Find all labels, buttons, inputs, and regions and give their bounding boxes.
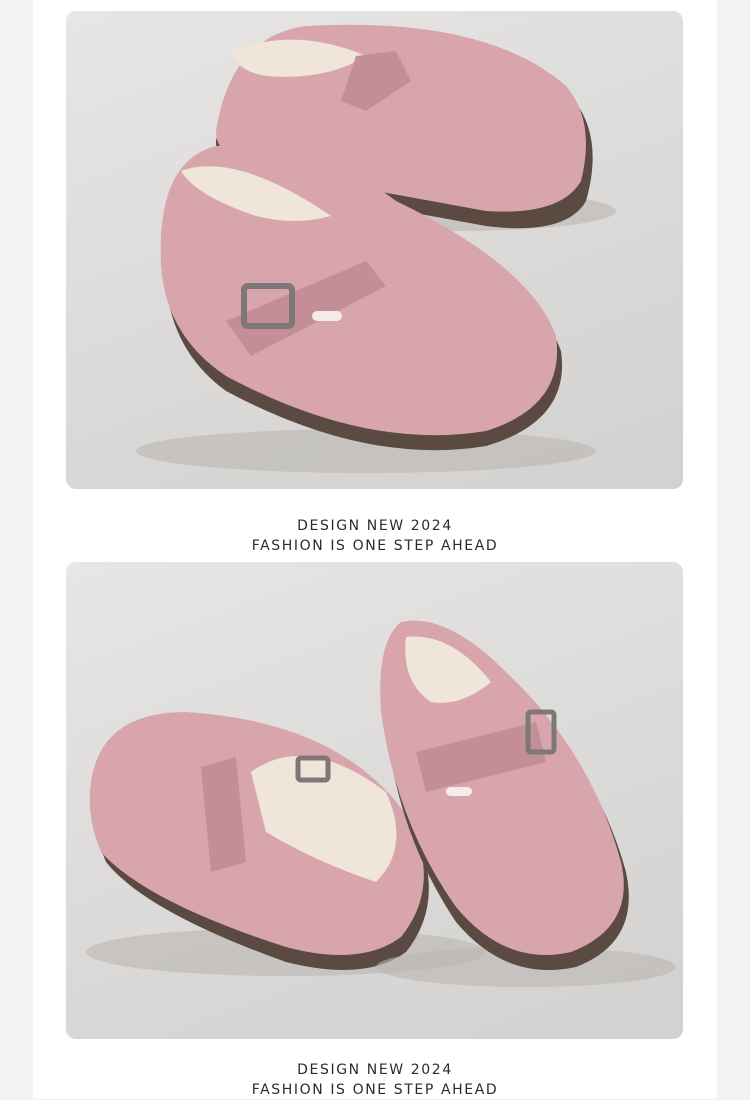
caption-block: DESIGN NEW 2024 FASHION IS ONE STEP AHEA… — [0, 516, 750, 556]
product-photo-pair-view — [66, 562, 683, 1039]
caption-title: DESIGN NEW 2024 — [297, 518, 453, 534]
caption-tagline: FASHION IS ONE STEP AHEAD — [251, 538, 499, 554]
shoe-right — [376, 620, 676, 987]
caption-block: DESIGN NEW 2024 FASHION IS ONE STEP AHEA… — [0, 1060, 750, 1100]
caption-title: DESIGN NEW 2024 — [297, 1062, 453, 1078]
caption-tagline: FASHION IS ONE STEP AHEAD — [251, 1082, 499, 1098]
product-photo-side-view — [66, 11, 683, 489]
